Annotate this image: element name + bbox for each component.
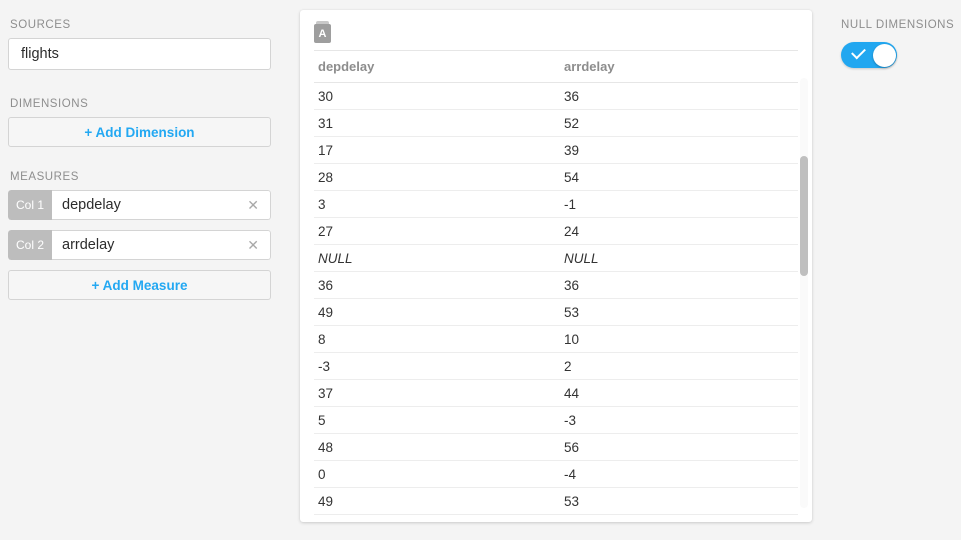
- measure-row[interactable]: Col 2 arrdelay ✕: [8, 230, 271, 260]
- table-row[interactable]: 30 36: [314, 82, 798, 110]
- dimensions-section-label: DIMENSIONS: [10, 98, 89, 110]
- table-row[interactable]: 28 54: [314, 163, 798, 191]
- column-header-depdelay[interactable]: depdelay: [314, 50, 560, 83]
- panel-toolbar: A: [300, 10, 812, 50]
- table-cell: 27: [314, 217, 560, 245]
- table-row[interactable]: 17 39: [314, 136, 798, 164]
- table-cell: -3: [314, 352, 560, 380]
- null-dimensions-label: NULL DIMENSIONS: [841, 19, 955, 31]
- measure-input[interactable]: depdelay ✕: [52, 190, 271, 220]
- table-cell: 30: [314, 82, 560, 110]
- table-body: 30 36 31 52 17 39 28 54 3 -1 27 24 NULL NULL 36 36 49 53 8…: [314, 82, 798, 515]
- add-dimension-button[interactable]: + Add Dimension: [8, 117, 271, 147]
- source-input-value: flights: [21, 46, 59, 62]
- table-row[interactable]: NULL NULL: [314, 244, 798, 272]
- table-header-row: depdelay arrdelay: [314, 50, 798, 83]
- table-scrollbar[interactable]: [800, 78, 808, 508]
- table-cell: 53: [560, 298, 798, 326]
- table-cell: 44: [560, 379, 798, 407]
- table-cell: 54: [560, 163, 798, 191]
- results-table: depdelay arrdelay 30 36 31 52 17 39 28 54 3 -1 27 2…: [314, 50, 798, 515]
- close-icon[interactable]: ✕: [244, 236, 262, 254]
- column-header-arrdelay[interactable]: arrdelay: [560, 50, 798, 83]
- table-cell: 36: [560, 271, 798, 299]
- table-row[interactable]: 37 44: [314, 379, 798, 407]
- table-cell: 49: [314, 487, 560, 515]
- table-cell: 36: [560, 82, 798, 110]
- table-head: depdelay arrdelay: [314, 50, 798, 83]
- table-cell: 48: [314, 433, 560, 461]
- table-row[interactable]: 31 52: [314, 109, 798, 137]
- table-row[interactable]: 0 -4: [314, 460, 798, 488]
- measure-row[interactable]: Col 1 depdelay ✕: [8, 190, 271, 220]
- table-cell: 28: [314, 163, 560, 191]
- table-cell: -1: [560, 190, 798, 218]
- measure-input[interactable]: arrdelay ✕: [52, 230, 271, 260]
- measure-col-badge: Col 2: [8, 230, 52, 260]
- table-cell: 37: [314, 379, 560, 407]
- table-row[interactable]: 49 53: [314, 487, 798, 515]
- results-table-panel: A depdelay arrdelay 30 36 31 52 17 39 28 54 3 -1 2…: [300, 10, 812, 522]
- table-scroll-area: depdelay arrdelay 30 36 31 52 17 39 28 54 3 -1 27 2…: [300, 50, 812, 522]
- table-cell: 52: [560, 109, 798, 137]
- table-row[interactable]: 5 -3: [314, 406, 798, 434]
- table-cell: 24: [560, 217, 798, 245]
- right-panel: NULL DIMENSIONS: [825, 19, 961, 68]
- table-cell: 36: [314, 271, 560, 299]
- table-cell: 10: [560, 325, 798, 353]
- table-cell: -3: [560, 406, 798, 434]
- null-dimensions-toggle[interactable]: [841, 42, 897, 68]
- table-cell: 17: [314, 136, 560, 164]
- table-row[interactable]: 36 36: [314, 271, 798, 299]
- measure-input-value: arrdelay: [62, 237, 115, 253]
- table-cell: 8: [314, 325, 560, 353]
- table-cell: 49: [314, 298, 560, 326]
- left-sidebar: SOURCES flights DIMENSIONS + Add Dimensi…: [0, 0, 290, 540]
- table-cell: NULL: [560, 244, 798, 272]
- check-icon: [851, 44, 866, 60]
- sources-section-label: SOURCES: [10, 19, 71, 31]
- measures-section-label: MEASURES: [10, 171, 79, 183]
- table-cell: 53: [560, 487, 798, 515]
- table-row[interactable]: -3 2: [314, 352, 798, 380]
- close-icon[interactable]: ✕: [244, 196, 262, 214]
- table-row[interactable]: 49 53: [314, 298, 798, 326]
- table-row[interactable]: 8 10: [314, 325, 798, 353]
- table-scrollbar-thumb[interactable]: [800, 156, 808, 276]
- measure-input-value: depdelay: [62, 197, 121, 213]
- table-cell: 31: [314, 109, 560, 137]
- text-type-icon[interactable]: A: [314, 21, 331, 43]
- table-cell: -4: [560, 460, 798, 488]
- table-cell: NULL: [314, 244, 560, 272]
- toggle-knob: [872, 43, 896, 67]
- table-cell: 2: [560, 352, 798, 380]
- measure-col-badge: Col 1: [8, 190, 52, 220]
- add-measure-button[interactable]: + Add Measure: [8, 270, 271, 300]
- table-cell: 3: [314, 190, 560, 218]
- table-row[interactable]: 3 -1: [314, 190, 798, 218]
- table-cell: 0: [314, 460, 560, 488]
- table-cell: 39: [560, 136, 798, 164]
- table-row[interactable]: 48 56: [314, 433, 798, 461]
- table-cell: 5: [314, 406, 560, 434]
- table-cell: 56: [560, 433, 798, 461]
- table-row[interactable]: 27 24: [314, 217, 798, 245]
- source-input[interactable]: flights: [8, 38, 271, 70]
